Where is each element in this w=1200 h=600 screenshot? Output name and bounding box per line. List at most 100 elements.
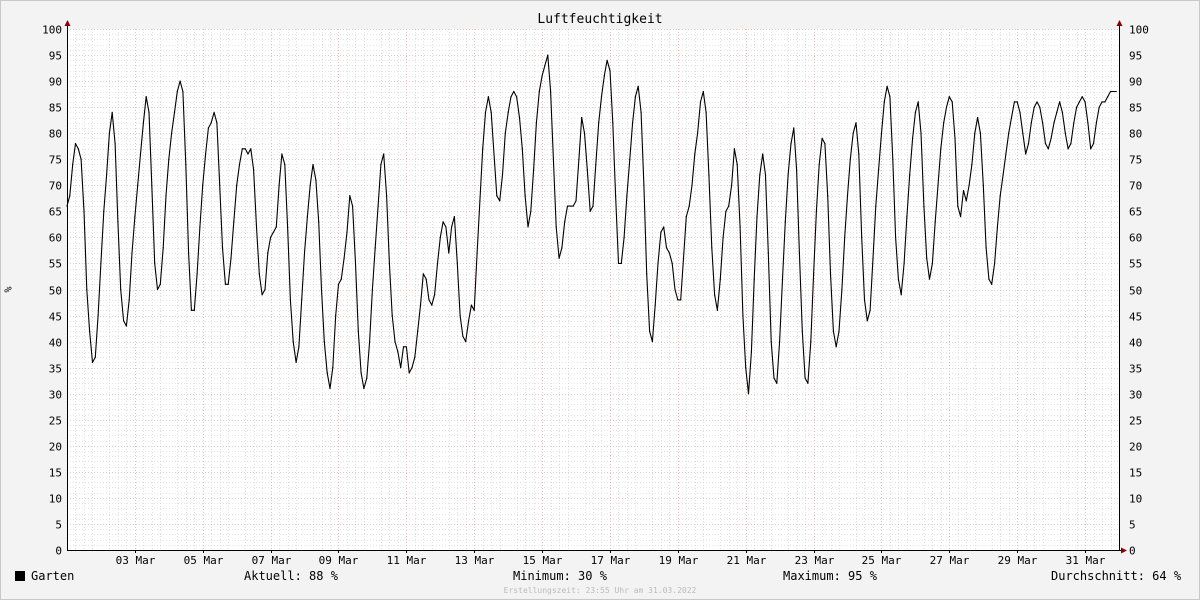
- data-point: [699, 101, 702, 103]
- data-point: [663, 226, 665, 228]
- data-point: [185, 163, 187, 166]
- data-point: [468, 320, 470, 322]
- data-point: [1092, 143, 1095, 145]
- y-tick-label-right: 15: [1129, 467, 1142, 480]
- data-point: [89, 330, 91, 332]
- data-point: [1090, 148, 1092, 150]
- data-point: [323, 341, 325, 343]
- data-point: [612, 122, 614, 124]
- y-tick-label-right: 10: [1129, 493, 1142, 506]
- data-point: [1070, 143, 1072, 145]
- data-point: [91, 361, 94, 363]
- data-point: [733, 148, 736, 150]
- y-tick-label-left: 45: [49, 311, 62, 324]
- data-point: [1036, 101, 1038, 103]
- data-point: [801, 330, 803, 332]
- data-point: [473, 309, 475, 311]
- data-point: [422, 273, 424, 275]
- data-point: [253, 169, 255, 171]
- data-point: [459, 314, 461, 317]
- data-point: [694, 153, 696, 155]
- data-point: [72, 163, 74, 166]
- data-point: [507, 111, 509, 113]
- data-point: [634, 96, 637, 98]
- y-tick-label-right: 95: [1129, 50, 1142, 63]
- data-point: [1053, 122, 1055, 124]
- data-point: [917, 101, 919, 103]
- data-point: [722, 236, 724, 238]
- data-point: [787, 174, 789, 176]
- y-tick-label-left: 35: [49, 363, 62, 376]
- data-point: [504, 132, 506, 134]
- data-point: [586, 169, 588, 171]
- data-point: [154, 262, 156, 264]
- data-point: [462, 335, 464, 337]
- data-point: [173, 111, 176, 113]
- y-tick-label-right: 75: [1129, 154, 1142, 167]
- data-point: [934, 221, 936, 223]
- data-point: [781, 278, 784, 280]
- y-tick-label-right: 5: [1129, 519, 1136, 532]
- data-point: [702, 90, 704, 93]
- stat-minimum: Minimum: 30 %: [513, 569, 607, 583]
- data-point: [470, 304, 472, 306]
- data-point: [878, 169, 880, 171]
- data-point: [852, 132, 854, 134]
- data-point: [974, 132, 976, 134]
- x-tick-label: 09 Mar: [319, 554, 359, 567]
- data-point: [199, 226, 201, 228]
- data-point: [1013, 101, 1016, 103]
- data-point: [660, 231, 662, 233]
- data-point: [493, 153, 495, 155]
- data-point: [374, 247, 376, 249]
- x-axis-arrow: [1121, 547, 1127, 554]
- y-tick-label-left: 80: [49, 128, 62, 141]
- x-tick-label: 19 Mar: [659, 554, 699, 567]
- y-tick-label-right: 70: [1129, 180, 1142, 193]
- stat-durchschnitt: Durchschnitt: 64 %: [1051, 569, 1182, 583]
- y-tick-label-left: 15: [49, 467, 62, 480]
- data-point: [227, 283, 229, 285]
- data-point: [629, 158, 631, 160]
- data-point: [1039, 106, 1041, 108]
- data-point: [764, 174, 767, 176]
- data-point: [960, 216, 962, 218]
- data-point: [278, 184, 280, 186]
- data-point: [685, 216, 687, 218]
- data-point: [855, 122, 857, 124]
- data-point: [620, 262, 622, 264]
- y-axis-right-arrow: [1116, 20, 1123, 26]
- y-axis-left-arrow: [64, 20, 71, 26]
- legend: Garten Aktuell: 88 % Minimum: 30 % Maxim…: [15, 569, 1187, 585]
- data-point: [312, 163, 314, 166]
- data-point: [982, 184, 984, 186]
- data-point: [287, 226, 289, 228]
- data-point: [120, 288, 122, 291]
- data-point: [971, 163, 973, 166]
- data-point: [931, 262, 934, 264]
- data-point: [1081, 96, 1083, 98]
- data-point: [445, 226, 447, 228]
- data-point: [609, 70, 611, 72]
- data-point: [111, 111, 113, 113]
- data-point: [1033, 106, 1035, 108]
- y-tick-label-right: 80: [1129, 128, 1142, 141]
- data-point: [196, 273, 198, 275]
- data-point: [533, 169, 535, 171]
- data-point: [688, 205, 690, 207]
- data-point: [388, 262, 390, 264]
- data-point: [142, 122, 144, 124]
- data-point: [131, 252, 133, 254]
- data-point: [1107, 96, 1109, 98]
- data-point: [1019, 111, 1021, 113]
- y-tick-label-right: 100: [1129, 24, 1149, 37]
- data-point: [298, 346, 300, 348]
- y-tick-label-right: 40: [1129, 337, 1142, 350]
- data-point: [773, 377, 775, 379]
- data-point: [880, 132, 883, 134]
- data-point: [798, 252, 801, 254]
- data-point: [643, 184, 645, 186]
- y-tick-label-left: 95: [49, 50, 62, 63]
- data-point: [1025, 153, 1027, 155]
- data-point: [564, 221, 566, 223]
